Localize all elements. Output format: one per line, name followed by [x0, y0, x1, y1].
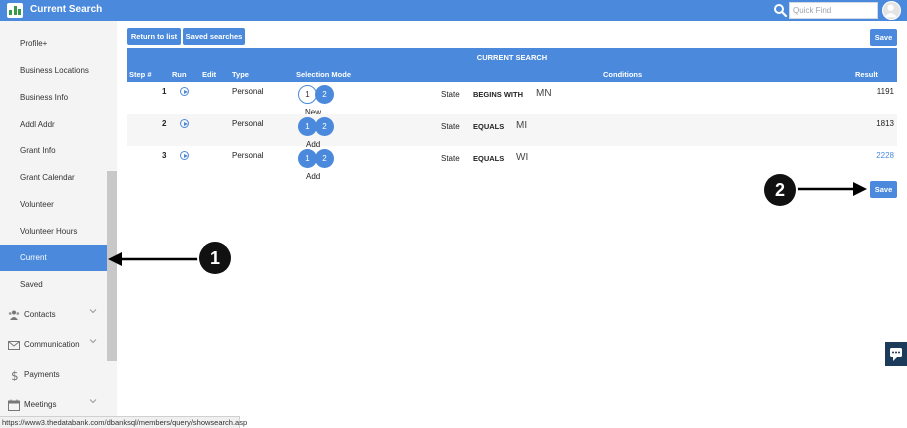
users-icon [8, 310, 20, 320]
sidebar-group-label: Contacts [24, 310, 56, 319]
calendar-icon [8, 399, 20, 411]
sidebar-item-grant-info[interactable]: Grant Info [0, 138, 107, 164]
column-header-selection-mode: Selection Mode [296, 70, 352, 79]
table-row: 2 Personal 1 2 Add State EQUALS MI 1813 [127, 114, 897, 149]
chevron-down-icon [89, 309, 97, 314]
callout-badge-1: 1 [199, 242, 231, 274]
save-button[interactable]: Save [870, 181, 897, 198]
svg-text:$: $ [11, 369, 19, 381]
table-title: CURRENT SEARCH [476, 53, 548, 62]
sidebar-group-communication[interactable]: Communication [0, 330, 107, 360]
chevron-down-icon [89, 399, 97, 404]
return-to-list-button[interactable]: Return to list [127, 28, 181, 45]
sidebar-group-label: Meetings [24, 400, 57, 409]
quick-find-input[interactable] [789, 2, 878, 19]
chat-widget-button[interactable] [885, 342, 907, 366]
save-button-top[interactable]: Save [870, 29, 897, 46]
top-bar: Current Search [0, 0, 907, 21]
dollar-icon: $ [11, 369, 19, 381]
sidebar-scrollbar[interactable] [107, 171, 117, 361]
column-header-result: Result [855, 70, 878, 79]
search-icon[interactable] [773, 3, 788, 18]
chat-bubble-icon [890, 348, 902, 361]
status-bar-url: https://www3.thedatabank.com/dbanksql/me… [0, 416, 248, 428]
sidebar-group-label: Payments [24, 370, 60, 379]
selection-mode-label: Add [306, 172, 321, 181]
result-count: 1813 [876, 119, 894, 128]
envelope-icon [8, 341, 20, 350]
sidebar-item-current[interactable]: Current [0, 245, 107, 271]
sidebar-item-profile-plus[interactable]: Profile+ [0, 31, 107, 57]
column-header-conditions: Conditions [603, 70, 643, 79]
sidebar-group-contacts[interactable]: Contacts [0, 300, 107, 330]
chevron-down-icon [89, 339, 97, 344]
sidebar-item-addl-addr[interactable]: Addl Addr [0, 112, 107, 138]
user-avatar-icon[interactable] [882, 1, 901, 20]
column-header-type: Type [232, 70, 249, 79]
sidebar-group-payments[interactable]: $ Payments [0, 360, 107, 390]
column-header-step: Step # [129, 70, 152, 79]
sidebar-item-volunteer-hours[interactable]: Volunteer Hours [0, 219, 107, 245]
sidebar: Profile+ Business Locations Business Inf… [0, 21, 117, 416]
sidebar-item-business-info[interactable]: Business Info [0, 85, 107, 111]
sidebar-group-label: Communication [24, 340, 80, 349]
sidebar-item-saved[interactable]: Saved [0, 272, 107, 298]
search-table-header: CURRENT SEARCH Step # Run Edit Type Sele… [127, 48, 897, 82]
column-header-edit: Edit [202, 70, 217, 79]
sidebar-item-volunteer[interactable]: Volunteer [0, 192, 107, 218]
page-title: Current Search [30, 4, 103, 15]
app-logo-icon[interactable] [7, 3, 23, 18]
saved-searches-button[interactable]: Saved searches [183, 28, 245, 45]
sidebar-item-business-locations[interactable]: Business Locations [0, 58, 107, 84]
result-count: 1191 [876, 87, 894, 96]
table-row: 1 Personal 1 2 New State BEGINS WITH MN … [127, 82, 897, 117]
sidebar-group-meetings[interactable]: Meetings [0, 390, 107, 416]
sidebar-item-grant-calendar[interactable]: Grant Calendar [0, 165, 107, 191]
callout-badge-2: 2 [764, 174, 796, 206]
result-count-link[interactable]: 2228 [127, 151, 894, 160]
column-header-run: Run [172, 70, 187, 79]
